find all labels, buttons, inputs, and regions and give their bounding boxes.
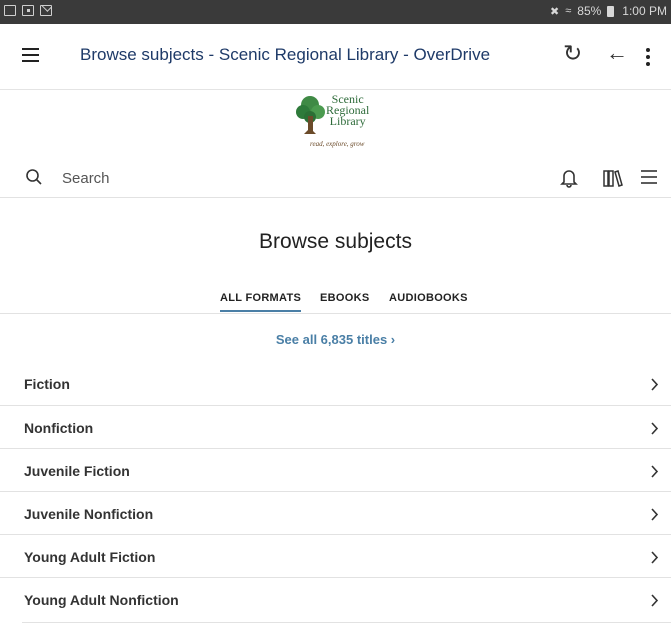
logo-tagline: read, explore, grow — [310, 140, 365, 148]
status-bar: ✖ ≈ 85% 1:00 PM — [0, 0, 671, 24]
status-notification-icons — [4, 5, 52, 16]
tabs-divider — [0, 313, 671, 314]
menu-icon[interactable] — [22, 48, 42, 64]
chevron-right-icon — [651, 594, 659, 607]
subject-label: Young Adult Nonfiction — [24, 592, 179, 608]
more-vert-icon[interactable] — [646, 48, 652, 69]
subject-label: Fiction — [24, 376, 70, 392]
chevron-right-icon — [651, 378, 659, 391]
see-all-titles-link[interactable]: See all 6,835 titles › — [0, 332, 671, 347]
notifications-icon[interactable] — [560, 168, 578, 188]
mute-icon: ✖ — [550, 5, 560, 18]
subject-label: Young Adult Fiction — [24, 549, 156, 565]
subject-juvenile-nonfiction[interactable]: Juvenile Nonfiction — [0, 491, 671, 534]
page-title: Browse subjects - Scenic Regional Librar… — [80, 45, 491, 64]
library-logo[interactable]: Scenic Regional Library read, explore, g… — [296, 92, 396, 156]
subject-label: Juvenile Nonfiction — [24, 506, 154, 522]
battery-icon — [607, 5, 615, 17]
subject-juvenile-fiction[interactable]: Juvenile Fiction — [0, 448, 671, 491]
tab-ebooks[interactable]: EBOOKS — [320, 292, 369, 310]
logo-line-3: Library — [329, 114, 366, 128]
subject-nonfiction[interactable]: Nonfiction — [0, 405, 671, 448]
search-bar — [0, 158, 671, 198]
chevron-right-icon — [651, 508, 659, 521]
mail-icon — [40, 5, 52, 16]
wifi-icon: ≈ — [565, 5, 572, 17]
tab-audiobooks[interactable]: AUDIOBOOKS — [389, 292, 468, 310]
logo-wordmark: Scenic Regional Library — [326, 93, 369, 128]
subject-young-adult-nonfiction[interactable]: Young Adult Nonfiction — [0, 577, 671, 620]
site-menu-icon[interactable] — [640, 168, 658, 186]
subject-young-adult-fiction[interactable]: Young Adult Fiction — [0, 534, 671, 577]
chevron-right-icon — [651, 465, 659, 478]
subject-list: Fiction Nonfiction Juvenile Fiction Juve… — [0, 362, 671, 620]
tab-all-formats[interactable]: ALL FORMATS — [220, 292, 302, 312]
battery-percent: 85% — [577, 4, 602, 18]
chevron-right-icon — [651, 422, 659, 435]
app-bar: Browse subjects - Scenic Regional Librar… — [0, 24, 671, 90]
gallery-icon — [4, 5, 16, 16]
browse-subjects-heading: Browse subjects — [259, 230, 412, 253]
status-time: 1:00 PM — [622, 4, 667, 18]
subject-fiction[interactable]: Fiction — [0, 362, 671, 405]
status-system-icons: ✖ ≈ 85% 1:00 PM — [550, 4, 667, 18]
library-shelf-icon[interactable] — [602, 168, 624, 188]
chevron-right-icon — [651, 551, 659, 564]
search-input[interactable] — [62, 166, 382, 190]
reload-icon[interactable]: ↻ — [563, 42, 582, 65]
format-tabs: ALL FORMATS EBOOKS AUDIOBOOKS — [0, 292, 671, 314]
subject-label: Juvenile Fiction — [24, 463, 130, 479]
flipboard-icon — [22, 5, 34, 16]
list-bottom-divider — [22, 622, 671, 623]
search-icon[interactable] — [26, 169, 42, 185]
back-arrow-icon[interactable]: ← — [606, 42, 628, 64]
subject-label: Nonfiction — [24, 420, 94, 436]
